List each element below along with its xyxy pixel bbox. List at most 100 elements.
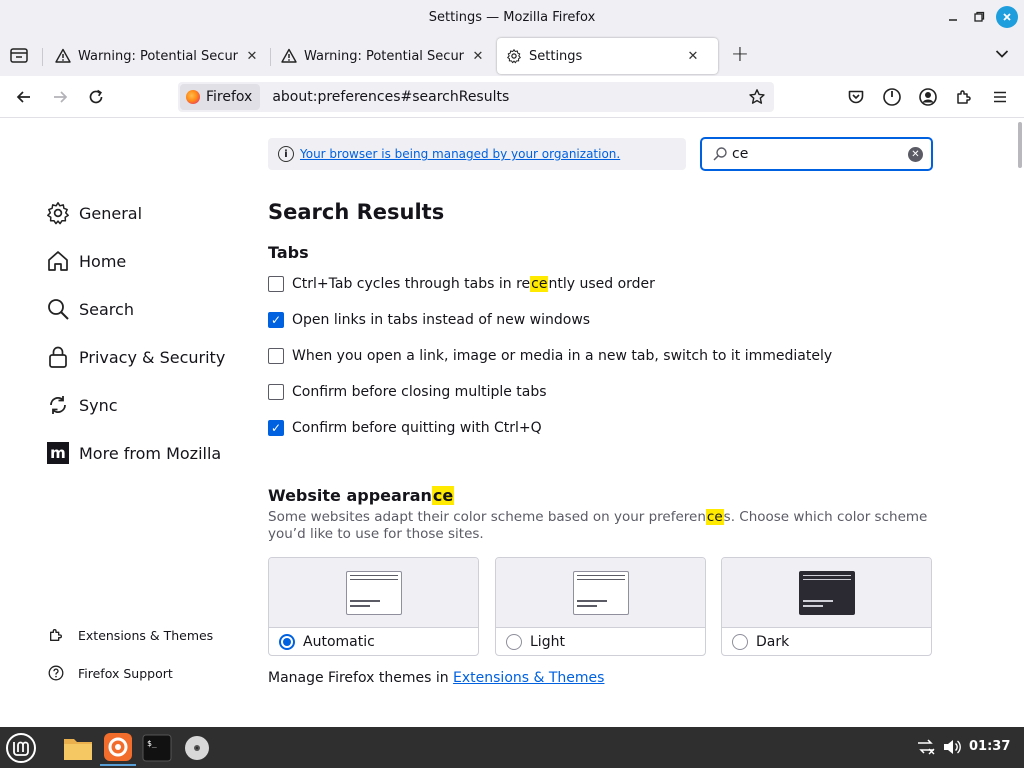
svg-text:m: m <box>50 444 66 462</box>
lock-icon <box>46 345 70 369</box>
gear-icon <box>505 47 523 65</box>
sidebar-item-home[interactable]: Home <box>46 246 126 276</box>
tab-warning-2[interactable]: Warning: Potential Security Risk Ahead ✕ <box>272 38 494 74</box>
radio-button[interactable] <box>506 634 522 650</box>
scrollbar-thumb[interactable] <box>1018 122 1022 168</box>
close-icon <box>1003 13 1011 21</box>
checkbox-box[interactable] <box>268 348 284 364</box>
minimize-button[interactable] <box>942 6 964 28</box>
close-window-button[interactable] <box>996 6 1018 28</box>
theme-option-light[interactable]: Light <box>495 557 706 656</box>
firefox-view-button[interactable] <box>8 44 30 66</box>
clock[interactable]: 01:37 <box>969 739 1010 754</box>
firefox-account-sync-button[interactable] <box>880 85 904 109</box>
sidebar-item-search[interactable]: Search <box>46 294 134 324</box>
network-status-icon[interactable] <box>916 738 936 756</box>
forward-button[interactable] <box>48 85 72 109</box>
policy-link[interactable]: Your browser is being managed by your or… <box>300 147 620 161</box>
search-highlight: ce <box>530 276 549 292</box>
reload-icon <box>89 89 103 104</box>
sidebar-item-more-from-mozilla[interactable]: m More from Mozilla <box>46 438 221 468</box>
pocket-button[interactable] <box>844 85 868 109</box>
start-menu-button[interactable] <box>3 730 39 766</box>
checkbox-box[interactable] <box>268 276 284 292</box>
puzzle-icon <box>48 627 64 643</box>
theme-option-label: Automatic <box>303 634 375 650</box>
disc-app-button[interactable] <box>179 730 215 766</box>
back-button[interactable] <box>12 85 36 109</box>
sidebar-item-label: Search <box>79 299 134 319</box>
sidebar-item-sync[interactable]: Sync <box>46 390 118 420</box>
url-bar[interactable]: Firefox about:preferences#searchResults <box>178 82 774 112</box>
checkbox-box[interactable]: ✓ <box>268 312 284 328</box>
search-highlight: ce <box>431 486 455 505</box>
sidebar-item-privacy-security[interactable]: Privacy & Security <box>46 342 225 372</box>
terminal-app-button[interactable]: $_ <box>139 730 175 766</box>
app-menu-button[interactable] <box>988 85 1012 109</box>
identity-box[interactable]: Firefox <box>180 84 261 110</box>
svg-text:$_: $_ <box>147 739 157 748</box>
tab-label: Warning: Potential Security Risk Ahead <box>78 48 238 64</box>
taskbar: $_ 01:37 <box>0 727 1024 768</box>
bookmark-star-icon[interactable] <box>748 88 766 106</box>
checkbox-label: Confirm before quitting with Ctrl+Q <box>292 420 542 436</box>
theme-preview <box>496 558 705 628</box>
firefox-app-button[interactable] <box>100 730 136 766</box>
mozilla-icon: m <box>46 441 70 465</box>
tab-warning-1[interactable]: Warning: Potential Security Risk Ahead ✕ <box>46 38 268 74</box>
window-titlebar: Settings — Mozilla Firefox <box>0 0 1024 34</box>
firefox-logo-icon <box>186 90 200 104</box>
checkbox-open-links-in-tabs[interactable]: ✓ Open links in tabs instead of new wind… <box>268 309 590 331</box>
checkbox-switch-to-new-tab[interactable]: When you open a link, image or media in … <box>268 345 832 367</box>
disc-icon <box>185 736 209 760</box>
sidebar-item-general[interactable]: General <box>46 198 142 228</box>
pocket-icon <box>848 90 864 104</box>
checkbox-box[interactable]: ✓ <box>268 420 284 436</box>
close-tab-icon[interactable]: ✕ <box>244 48 260 64</box>
theme-option-label: Light <box>530 634 565 650</box>
search-icon <box>713 147 727 161</box>
theme-preview-image <box>345 570 402 615</box>
theme-preview-image <box>572 570 629 615</box>
maximize-button[interactable] <box>968 6 990 28</box>
sidebar-extensions-themes-link[interactable]: Extensions & Themes <box>48 625 213 645</box>
sidebar-item-label: More from Mozilla <box>79 443 222 463</box>
sidebar-footer-label: Firefox Support <box>78 665 173 681</box>
minimize-icon <box>949 19 957 21</box>
policy-notice: i Your browser is being managed by your … <box>268 138 686 170</box>
clear-search-icon[interactable]: ✕ <box>908 147 923 162</box>
checkbox-label: Open links in tabs instead of new window… <box>292 312 591 328</box>
account-button[interactable] <box>916 85 940 109</box>
checkbox-confirm-quit[interactable]: ✓ Confirm before quitting with Ctrl+Q <box>268 417 542 439</box>
reload-button[interactable] <box>84 85 108 109</box>
url-text[interactable]: about:preferences#searchResults <box>272 89 509 105</box>
chevron-down-icon <box>995 50 1009 58</box>
checkbox-ctrl-tab-recent[interactable]: Ctrl+Tab cycles through tabs in recently… <box>268 273 655 295</box>
list-all-tabs-button[interactable] <box>992 44 1012 64</box>
theme-option-dark[interactable]: Dark <box>721 557 932 656</box>
radio-button[interactable] <box>732 634 748 650</box>
extensions-button[interactable] <box>952 85 976 109</box>
back-arrow-icon <box>16 91 30 103</box>
radio-button[interactable] <box>279 634 295 650</box>
home-icon <box>46 249 70 273</box>
settings-search-input[interactable]: ce ✕ <box>700 137 933 171</box>
checkbox-confirm-close-multiple[interactable]: Confirm before closing multiple tabs <box>268 381 547 403</box>
sidebar-item-label: Home <box>79 251 127 271</box>
files-app-button[interactable] <box>60 730 96 766</box>
checkbox-label: Ctrl+Tab cycles through tabs in recently… <box>292 276 655 292</box>
volume-icon[interactable] <box>942 738 962 756</box>
restore-icon <box>974 11 985 22</box>
close-tab-icon[interactable]: ✕ <box>470 48 486 64</box>
close-tab-icon[interactable]: ✕ <box>685 48 701 64</box>
extensions-themes-link[interactable]: Extensions & Themes <box>453 670 604 686</box>
sidebar-firefox-support-link[interactable]: Firefox Support <box>48 663 173 683</box>
help-icon <box>48 665 64 681</box>
theme-preview <box>722 558 931 628</box>
checkbox-box[interactable] <box>268 384 284 400</box>
tab-settings[interactable]: Settings ✕ <box>497 38 718 74</box>
theme-option-automatic[interactable]: Automatic <box>268 557 479 656</box>
search-icon <box>46 297 70 321</box>
linux-mint-logo-icon <box>6 733 36 763</box>
new-tab-button[interactable]: + <box>728 42 752 67</box>
